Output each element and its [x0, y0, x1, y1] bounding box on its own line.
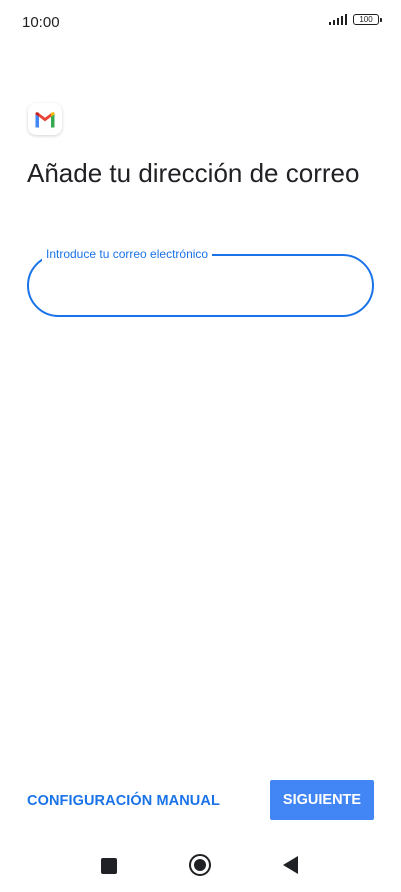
email-input[interactable] — [45, 268, 359, 304]
page-title: Añade tu dirección de correo — [27, 158, 360, 188]
back-triangle-icon[interactable] — [283, 856, 298, 874]
signal-icon — [328, 14, 347, 25]
status-icons: 100 — [328, 14, 382, 25]
screen: 10:00 100 Añade tu dirección de correo I… — [0, 0, 401, 892]
navigation-bar — [0, 842, 401, 892]
home-circle-icon[interactable] — [189, 854, 211, 876]
status-time: 10:00 — [22, 14, 60, 31]
status-bar: 10:00 100 — [0, 0, 401, 44]
gmail-logo-icon — [28, 103, 62, 135]
recents-square-icon[interactable] — [101, 858, 117, 874]
email-field-label: Introduce tu correo electrónico — [42, 247, 213, 261]
battery-icon: 100 — [353, 14, 382, 25]
gmail-m-icon — [35, 111, 55, 127]
next-button[interactable]: SIGUIENTE — [270, 780, 374, 820]
manual-config-button[interactable]: CONFIGURACIÓN MANUAL — [27, 790, 220, 812]
battery-level: 100 — [359, 14, 373, 24]
email-field[interactable]: Introduce tu correo electrónico — [27, 247, 374, 317]
